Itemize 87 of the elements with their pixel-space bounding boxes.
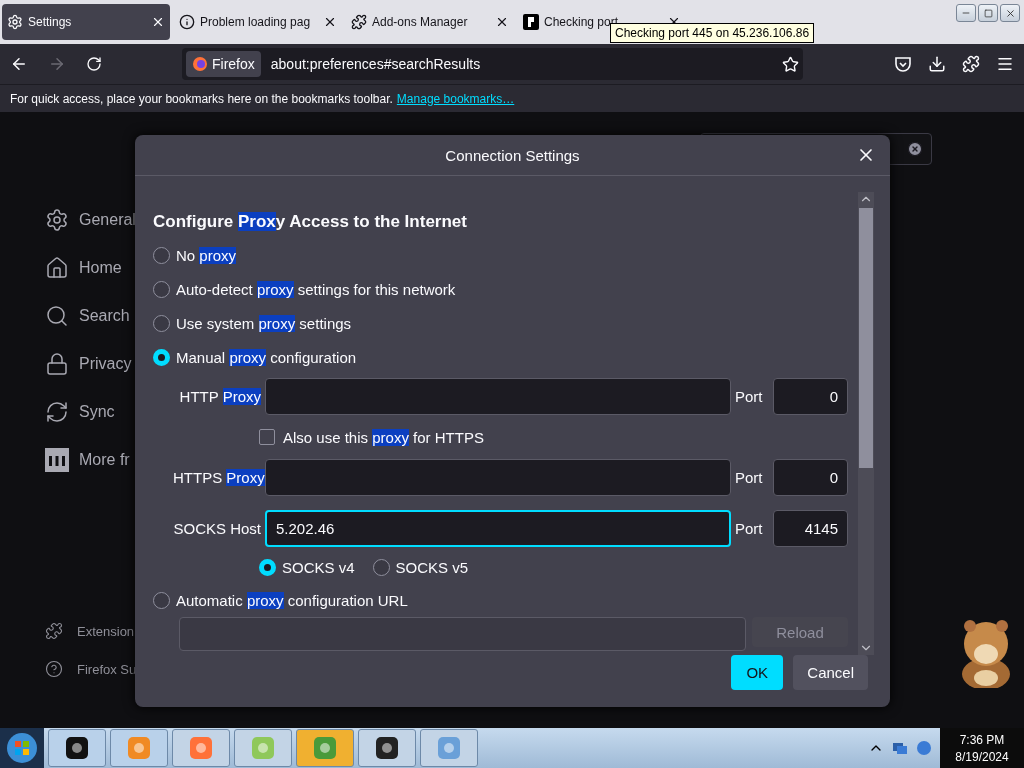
host-field[interactable] bbox=[265, 378, 731, 415]
sidebar-item[interactable]: Search bbox=[79, 307, 130, 325]
port-field[interactable]: 4145 bbox=[773, 510, 848, 547]
menu-icon[interactable] bbox=[996, 55, 1014, 73]
gear-icon bbox=[45, 208, 69, 232]
radio-label: No proxy bbox=[176, 246, 237, 264]
radio-label: Manual proxy configuration bbox=[176, 348, 357, 366]
network-icon[interactable] bbox=[892, 740, 908, 756]
cancel-button[interactable]: Cancel bbox=[793, 655, 868, 690]
sidebar-item[interactable]: General bbox=[79, 211, 136, 229]
clear-icon[interactable] bbox=[907, 141, 923, 157]
browser-tab[interactable]: Problem loading pag bbox=[174, 4, 342, 40]
host-field[interactable]: 5.202.46 bbox=[265, 510, 731, 547]
sidebar-link[interactable]: Firefox Su bbox=[77, 661, 137, 677]
manage-bookmarks-link[interactable]: Manage bookmarks… bbox=[396, 91, 515, 106]
host-field[interactable] bbox=[265, 459, 731, 496]
radio-label: Auto-detect proxy settings for this network bbox=[176, 280, 456, 298]
field-label: HTTP Proxy bbox=[178, 388, 261, 405]
port-field[interactable]: 0 bbox=[773, 378, 848, 415]
lock-icon bbox=[45, 352, 69, 376]
close-button[interactable] bbox=[1000, 4, 1020, 22]
port-label: Port bbox=[735, 388, 764, 405]
gear-icon bbox=[7, 14, 23, 30]
radio-button[interactable] bbox=[153, 280, 170, 298]
puzzle-icon bbox=[45, 622, 63, 640]
app-icon bbox=[312, 735, 338, 761]
back-icon[interactable] bbox=[10, 55, 28, 73]
restore-icon bbox=[983, 8, 993, 18]
star-icon[interactable] bbox=[782, 55, 799, 73]
sync-icon bbox=[45, 400, 69, 424]
app-icon bbox=[188, 735, 214, 761]
address-field[interactable]: about:preferences#searchResults bbox=[270, 56, 772, 72]
radio-label: SOCKS v4 bbox=[282, 558, 355, 576]
browser-tab[interactable]: Settings bbox=[2, 4, 170, 40]
pocket-icon[interactable] bbox=[894, 55, 912, 73]
radio-button[interactable] bbox=[153, 246, 170, 264]
radio-button[interactable] bbox=[259, 558, 276, 576]
clock[interactable]: 7:36 PM 8/19/2024 bbox=[940, 728, 1024, 768]
app-icon bbox=[126, 735, 152, 761]
bookmarks-message: For quick access, place your bookmarks here on the bookmarks toolbar. bbox=[10, 91, 393, 106]
taskbar-app[interactable] bbox=[48, 729, 106, 767]
close-icon[interactable] bbox=[495, 15, 509, 29]
app-icon bbox=[436, 735, 462, 761]
puzzle-icon bbox=[351, 14, 367, 30]
browser-tab[interactable]: Add-ons Manager bbox=[346, 4, 514, 40]
logo-icon bbox=[45, 448, 69, 472]
close-icon[interactable] bbox=[151, 15, 165, 29]
identity-box[interactable]: Firefox bbox=[186, 51, 261, 77]
reload-icon[interactable] bbox=[86, 56, 102, 72]
sidebar-item[interactable]: More fr bbox=[79, 451, 130, 469]
checkbox[interactable] bbox=[259, 429, 275, 445]
port-label: Port bbox=[735, 520, 764, 537]
dialog-title: Connection Settings bbox=[445, 146, 580, 164]
browser-logo-icon bbox=[192, 56, 208, 72]
sidebar-link[interactable]: Extension bbox=[77, 623, 135, 639]
help-icon bbox=[45, 660, 63, 678]
radio-button[interactable] bbox=[153, 348, 170, 366]
home-icon bbox=[45, 256, 69, 280]
checkbox-label: Also use this proxy for HTTPS bbox=[283, 428, 484, 446]
sidebar-item[interactable]: Privacy bbox=[79, 355, 132, 373]
app-icon bbox=[64, 735, 90, 761]
field-label: SOCKS Host bbox=[173, 520, 261, 537]
forward-icon[interactable] bbox=[48, 55, 66, 73]
radio-button[interactable] bbox=[372, 558, 390, 576]
close-icon[interactable] bbox=[323, 15, 337, 29]
close-icon bbox=[1004, 7, 1016, 19]
search-icon bbox=[45, 304, 69, 328]
scrollbar[interactable] bbox=[858, 192, 874, 655]
radio-label: Use system proxy settings bbox=[176, 314, 352, 332]
app-icon bbox=[374, 735, 400, 761]
page-icon bbox=[523, 14, 539, 30]
taskbar-app[interactable] bbox=[358, 729, 416, 767]
download-icon[interactable] bbox=[928, 55, 946, 73]
sidebar-item[interactable]: Sync bbox=[79, 403, 115, 421]
ok-button[interactable]: OK bbox=[731, 655, 784, 690]
radio-label: Automatic proxy configuration URL bbox=[176, 591, 408, 609]
minimize-button[interactable] bbox=[956, 4, 976, 22]
url-field[interactable] bbox=[179, 617, 746, 651]
radio-button[interactable] bbox=[153, 314, 170, 332]
app-icon bbox=[250, 735, 276, 761]
sidebar-item[interactable]: Home bbox=[79, 259, 122, 277]
port-label: Port bbox=[735, 469, 764, 486]
start-button[interactable] bbox=[6, 732, 38, 764]
puzzle-icon[interactable] bbox=[962, 55, 980, 73]
port-field[interactable]: 0 bbox=[773, 459, 848, 496]
info-icon bbox=[179, 14, 195, 30]
radio-label: SOCKS v5 bbox=[395, 558, 469, 576]
